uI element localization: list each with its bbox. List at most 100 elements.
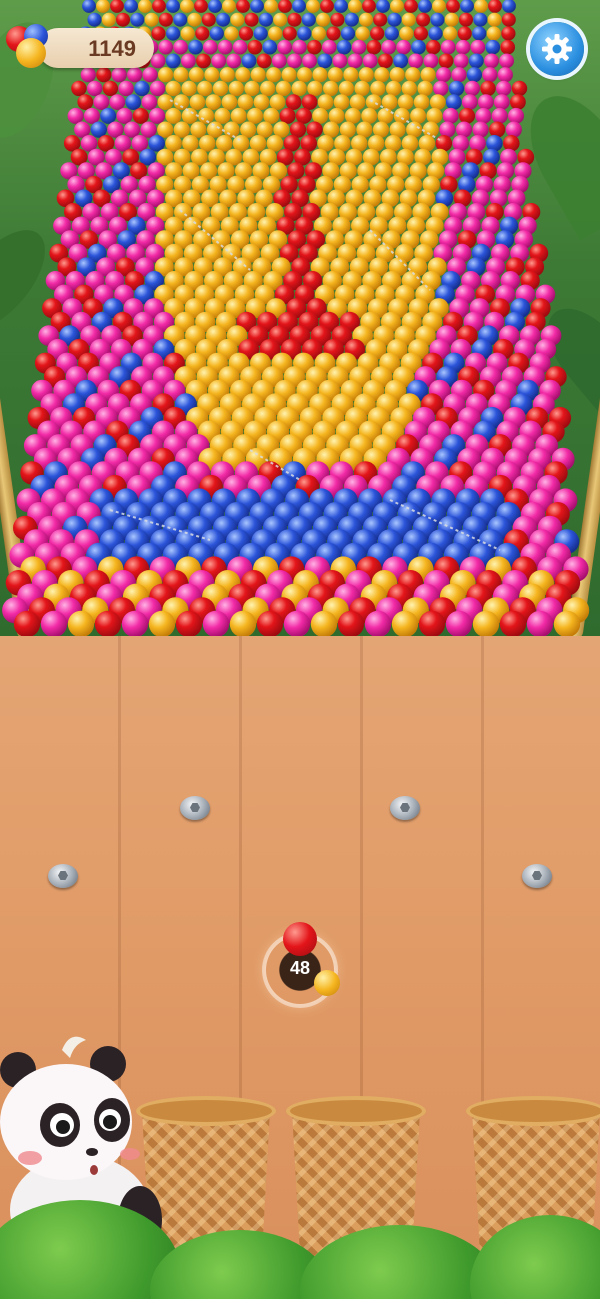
bubble-pink <box>87 80 103 97</box>
bubble-yellow <box>214 107 231 124</box>
bubble-pink <box>433 80 449 97</box>
bubble-yellow <box>426 107 443 124</box>
bubble-yellow <box>101 12 116 27</box>
bubble-yellow <box>553 610 581 638</box>
bubble-yellow <box>486 26 501 41</box>
bubble-yellow <box>247 107 263 124</box>
next-bubble[interactable] <box>314 970 340 996</box>
bubble-red <box>116 12 130 27</box>
bubble-pink <box>491 107 508 124</box>
bubble-yellow <box>385 80 402 97</box>
bubble-board[interactable] <box>0 0 600 640</box>
bubble-yellow <box>281 67 297 83</box>
bubble-red <box>413 26 428 41</box>
bubble-red <box>500 39 515 55</box>
bubble-blue <box>472 26 487 41</box>
bubble-yellow <box>188 67 204 83</box>
bubble-pink <box>203 39 218 55</box>
bubble-yellow <box>390 0 404 13</box>
bubble-red <box>416 12 431 27</box>
bubble-red <box>102 80 119 97</box>
bubble-yellow <box>180 26 195 41</box>
bubble-yellow <box>443 26 458 41</box>
bubble-blue <box>165 53 181 69</box>
bubble-red <box>71 80 87 97</box>
bubble-pink <box>93 94 110 110</box>
bubble-yellow <box>219 67 235 83</box>
bubble-yellow <box>474 0 488 13</box>
bubble-red <box>501 26 516 41</box>
bubble-yellow <box>180 0 194 13</box>
bubble-pink <box>226 53 242 69</box>
bubble-yellow <box>158 67 174 83</box>
bubble-pink <box>283 610 311 638</box>
bubble-pink <box>149 80 166 97</box>
bubble-pink <box>158 39 173 55</box>
bubble-yellow <box>417 80 433 97</box>
bubble-pink <box>292 39 307 55</box>
bubble-yellow <box>487 12 502 27</box>
bubble-pink <box>277 39 293 55</box>
bubble-yellow <box>264 0 278 13</box>
bubble-red <box>13 610 41 638</box>
bubble-blue <box>468 53 484 69</box>
peg-bolt <box>48 864 78 888</box>
bubble-yellow <box>235 67 251 83</box>
bubble-pink <box>116 107 133 124</box>
bubble-pink <box>287 53 302 69</box>
bubble-yellow <box>370 80 386 97</box>
bubble-yellow <box>429 94 446 110</box>
bubble-pink <box>453 53 469 69</box>
settings-button[interactable] <box>530 22 584 76</box>
bubble-pink <box>332 53 348 69</box>
bubble-yellow <box>401 12 416 27</box>
bubble-red <box>201 12 216 27</box>
bubble-pink <box>127 67 143 83</box>
bubble-blue <box>208 0 222 13</box>
bubble-red <box>307 39 322 55</box>
bubble-red <box>459 107 475 124</box>
bubble-pink <box>118 80 134 97</box>
bubble-red <box>256 610 284 638</box>
bubble-yellow <box>222 0 236 13</box>
bubble-yellow <box>338 80 355 97</box>
bubble-blue <box>301 12 316 27</box>
bubble-blue <box>100 107 117 124</box>
bubble-blue <box>466 67 482 83</box>
bubble-yellow <box>275 80 292 97</box>
bubble-blue <box>473 12 488 27</box>
bubble-yellow <box>263 107 280 124</box>
bubble-pink <box>482 67 498 83</box>
bubble-blue <box>334 0 348 13</box>
bubble-yellow <box>391 610 419 638</box>
current-bubble[interactable] <box>283 922 317 956</box>
bubble-yellow <box>291 80 307 97</box>
bubble-yellow <box>323 80 339 97</box>
bubble-pink <box>149 107 166 124</box>
bubble-yellow <box>311 26 326 41</box>
bubble-blue <box>188 39 203 55</box>
bubble-blue <box>173 12 188 27</box>
bubble-pink <box>464 80 480 97</box>
bubble-pink <box>455 121 473 138</box>
bubble-blue <box>250 0 264 13</box>
bubble-red <box>378 53 393 69</box>
bubble-pink <box>347 53 363 69</box>
bubble-red <box>195 26 210 41</box>
bubble-pink <box>496 80 512 97</box>
bubble-blue <box>297 26 312 41</box>
bubble-yellow <box>273 12 288 27</box>
bubble-blue <box>430 12 445 27</box>
bubble-yellow <box>230 107 247 124</box>
bubble-yellow <box>205 94 222 110</box>
bubble-yellow <box>67 610 95 638</box>
bubble-yellow <box>148 610 176 638</box>
bubble-pink <box>80 67 96 83</box>
bubble-red <box>510 94 526 110</box>
bubble-yellow <box>328 107 345 124</box>
bubble-blue <box>317 53 333 69</box>
bubble-pink <box>173 39 188 55</box>
bubble-yellow <box>361 107 378 124</box>
bubble-red <box>158 12 173 27</box>
bubble-pink <box>442 107 459 124</box>
